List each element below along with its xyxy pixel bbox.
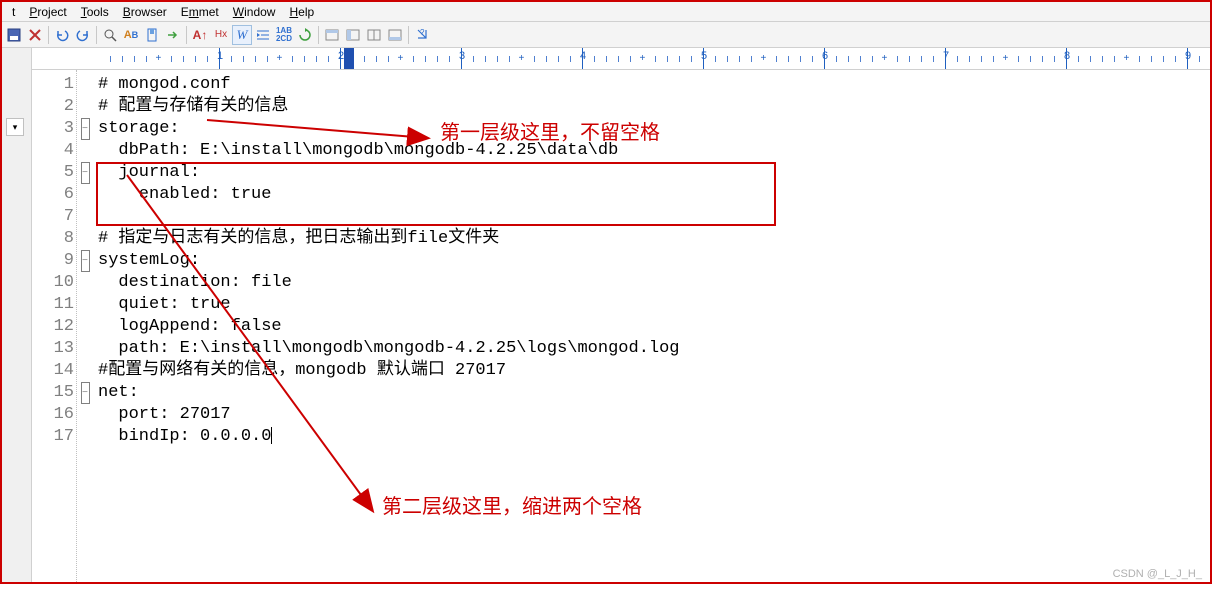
find-replace-icon[interactable]: AB — [121, 25, 141, 45]
menu-bar: t Project Tools Browser Emmet Window Hel… — [2, 2, 1210, 22]
menu-project[interactable]: Project — [23, 5, 72, 19]
fold-gutter[interactable]: −−−− — [78, 70, 92, 582]
menu-tools[interactable]: Tools — [75, 5, 115, 19]
panel3-icon[interactable] — [364, 25, 384, 45]
close-icon[interactable] — [25, 25, 45, 45]
goto-icon[interactable] — [163, 25, 183, 45]
search-icon[interactable] — [100, 25, 120, 45]
code-editor[interactable]: 1234567891011121314151617 −−−− # mongod.… — [32, 70, 1210, 582]
side-tab-dropdown[interactable]: ▾ — [6, 118, 24, 136]
refresh-icon[interactable] — [295, 25, 315, 45]
redo-icon[interactable] — [73, 25, 93, 45]
font-size-down-icon[interactable]: Hx — [211, 25, 231, 45]
menu-help[interactable]: Help — [283, 5, 320, 19]
columns-icon[interactable]: 1AB2CD — [274, 25, 294, 45]
panel4-icon[interactable] — [385, 25, 405, 45]
toolbar: AB A↑ Hx W 1AB2CD ? — [2, 22, 1210, 48]
code-content[interactable]: # mongod.conf# 配置与存储有关的信息storage: dbPath… — [92, 70, 1210, 582]
workspace: ▾ +1+2+3+4+5+6+7+8+9+ 123456789101112131… — [2, 48, 1210, 582]
font-size-up-icon[interactable]: A↑ — [190, 25, 210, 45]
indent-icon[interactable] — [253, 25, 273, 45]
side-gutter: ▾ — [2, 48, 32, 582]
menu-emmet[interactable]: Emmet — [175, 5, 225, 19]
editor-area: +1+2+3+4+5+6+7+8+9+ 12345678910111213141… — [32, 48, 1210, 582]
watermark: CSDN @_L_J_H_ — [1113, 568, 1202, 580]
bookmark-icon[interactable] — [142, 25, 162, 45]
menu-browser[interactable]: Browser — [117, 5, 173, 19]
line-number-gutter: 1234567891011121314151617 — [32, 70, 78, 582]
wordwrap-icon[interactable]: W — [232, 25, 252, 45]
undo-icon[interactable] — [52, 25, 72, 45]
panel1-icon[interactable] — [322, 25, 342, 45]
svg-text:?: ? — [420, 28, 425, 37]
help-icon[interactable]: ? — [412, 25, 432, 45]
save-icon[interactable] — [4, 25, 24, 45]
panel2-icon[interactable] — [343, 25, 363, 45]
menu-fragment: t — [6, 5, 21, 19]
ruler[interactable]: +1+2+3+4+5+6+7+8+9+ — [32, 48, 1210, 70]
menu-window[interactable]: Window — [227, 5, 282, 19]
